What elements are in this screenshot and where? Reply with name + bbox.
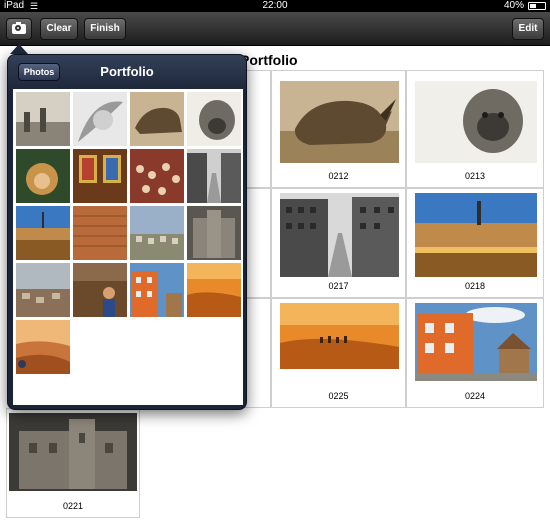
photo-caption: 0217 bbox=[328, 281, 349, 291]
photo-city-canal bbox=[280, 193, 399, 277]
photo-stone-fortress bbox=[9, 413, 137, 491]
photo-thumbnail[interactable] bbox=[16, 206, 70, 260]
photo-caption: 0213 bbox=[464, 171, 486, 181]
camera-icon bbox=[12, 22, 26, 34]
grid-cell[interactable]: 0225 bbox=[271, 298, 406, 408]
photo-thumbnail[interactable] bbox=[16, 320, 70, 374]
clear-button[interactable]: Clear bbox=[40, 18, 78, 40]
photo-thumbnail[interactable] bbox=[130, 92, 184, 146]
photo-caption: 0224 bbox=[464, 391, 486, 401]
photo-picker-popover: Photos Portfolio bbox=[7, 54, 247, 410]
photo-thumbnail[interactable] bbox=[73, 149, 127, 203]
photo-thumbnail[interactable] bbox=[187, 206, 241, 260]
photo-thumbnail[interactable] bbox=[16, 92, 70, 146]
photo-desert-sunset bbox=[280, 303, 399, 369]
popover-arrow bbox=[10, 44, 28, 54]
status-bar: iPad ☰ 22:00 40% bbox=[0, 0, 550, 12]
photo-harbor-town bbox=[415, 193, 537, 277]
page-title: Portfolio bbox=[240, 52, 298, 68]
popover-header: Photos Portfolio bbox=[8, 55, 246, 89]
photo-thumbnail[interactable] bbox=[73, 92, 127, 146]
photo-rhinoceros bbox=[280, 81, 399, 163]
photo-thumbnail[interactable] bbox=[16, 263, 70, 317]
grid-cell[interactable]: 0224 bbox=[406, 298, 544, 408]
photo-thumbnail[interactable] bbox=[187, 92, 241, 146]
photo-gorilla bbox=[415, 81, 537, 163]
photo-caption: 0212 bbox=[328, 171, 349, 181]
photo-thumbnail[interactable] bbox=[73, 206, 127, 260]
grid-cell[interactable]: 0221 bbox=[6, 408, 140, 518]
toolbar: Clear Finish Edit bbox=[0, 12, 550, 46]
grid-cell[interactable]: 0212 bbox=[271, 70, 406, 188]
clock: 22:00 bbox=[262, 0, 288, 11]
photo-thumbnail[interactable] bbox=[187, 149, 241, 203]
battery-percent: 40% bbox=[503, 0, 524, 11]
photo-thumbnail[interactable] bbox=[73, 263, 127, 317]
photo-caption: 0225 bbox=[328, 391, 349, 401]
grid-cell[interactable]: 0217 bbox=[271, 188, 406, 298]
photo-caption: 0218 bbox=[464, 281, 486, 291]
photo-thumbnail[interactable] bbox=[187, 263, 241, 317]
grid-cell[interactable]: 0218 bbox=[406, 188, 544, 298]
photo-caption: 0221 bbox=[62, 501, 84, 511]
camera-button[interactable] bbox=[6, 18, 32, 40]
photo-thumbnail[interactable] bbox=[130, 206, 184, 260]
popover-title: Portfolio bbox=[100, 64, 154, 79]
battery-icon bbox=[528, 2, 546, 10]
photo-thumbnail[interactable] bbox=[130, 263, 184, 317]
photo-thumbnail[interactable] bbox=[130, 149, 184, 203]
edit-button[interactable]: Edit bbox=[512, 18, 544, 40]
photo-thumbnail[interactable] bbox=[16, 149, 70, 203]
grid-cell[interactable]: 0213 bbox=[406, 70, 544, 188]
photo-thumbnail-grid bbox=[13, 89, 243, 405]
finish-button[interactable]: Finish bbox=[84, 18, 126, 40]
photo-orange-house bbox=[415, 303, 537, 381]
